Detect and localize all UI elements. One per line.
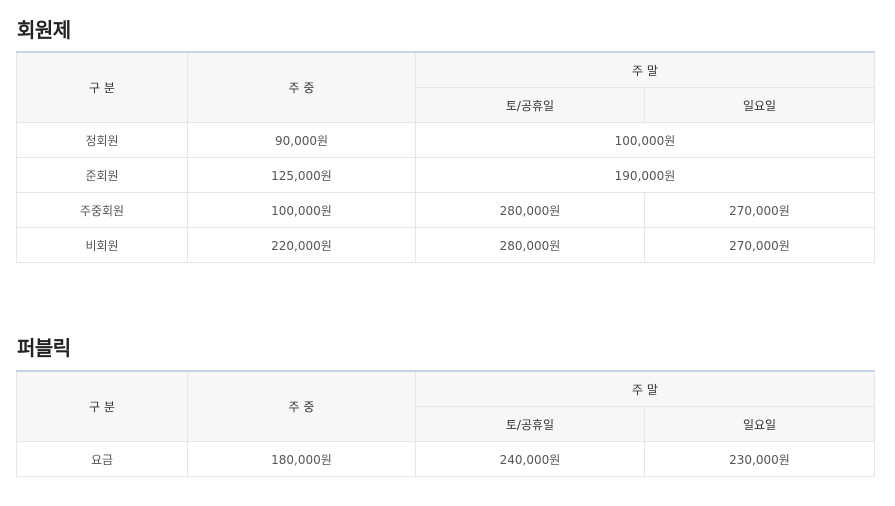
header-weekday: 주 중 [187, 371, 416, 442]
row-category: 준회원 [16, 157, 188, 193]
header-category: 구 분 [16, 371, 188, 442]
header-category: 구 분 [16, 52, 188, 123]
public-price-table: 구 분 주 중 주 말 토/공휴일 일요일 요금 180,000원 240,00… [16, 370, 875, 477]
table-header-row: 구 분 주 중 주 말 [16, 52, 875, 123]
membership-price-table: 구 분 주 중 주 말 토/공휴일 일요일 정회원 90,000원 100,00… [16, 51, 875, 263]
table-row: 정회원 90,000원 100,000원 [16, 122, 875, 158]
table-row: 요금 180,000원 240,000원 230,000원 [16, 441, 875, 477]
row-sat-holiday-price: 240,000원 [415, 441, 645, 477]
row-sat-holiday-price: 280,000원 [415, 192, 645, 228]
row-weekday-price: 100,000원 [187, 192, 416, 228]
row-sunday-price: 230,000원 [644, 441, 875, 477]
row-sunday-price: 270,000원 [644, 192, 875, 228]
header-weekend: 주 말 [415, 52, 875, 88]
row-sat-holiday-price: 280,000원 [415, 227, 645, 263]
row-category: 정회원 [16, 122, 188, 158]
row-weekend-price: 100,000원 [415, 122, 875, 158]
header-sunday: 일요일 [644, 87, 875, 123]
header-sat-holiday: 토/공휴일 [415, 87, 645, 123]
row-category: 주중회원 [16, 192, 188, 228]
header-weekend: 주 말 [415, 371, 875, 407]
row-category: 비회원 [16, 227, 188, 263]
row-weekday-price: 180,000원 [187, 441, 416, 477]
row-weekend-price: 190,000원 [415, 157, 875, 193]
header-sat-holiday: 토/공휴일 [415, 406, 645, 442]
row-weekday-price: 220,000원 [187, 227, 416, 263]
public-section-title: 퍼블릭 [17, 336, 71, 360]
header-weekday: 주 중 [187, 52, 416, 123]
table-row: 비회원 220,000원 280,000원 270,000원 [16, 227, 875, 263]
table-row: 준회원 125,000원 190,000원 [16, 157, 875, 193]
row-sunday-price: 270,000원 [644, 227, 875, 263]
row-weekday-price: 125,000원 [187, 157, 416, 193]
membership-section-title: 회원제 [17, 18, 71, 42]
header-sunday: 일요일 [644, 406, 875, 442]
table-row: 주중회원 100,000원 280,000원 270,000원 [16, 192, 875, 228]
row-category: 요금 [16, 441, 188, 477]
table-header-row: 구 분 주 중 주 말 [16, 371, 875, 442]
row-weekday-price: 90,000원 [187, 122, 416, 158]
